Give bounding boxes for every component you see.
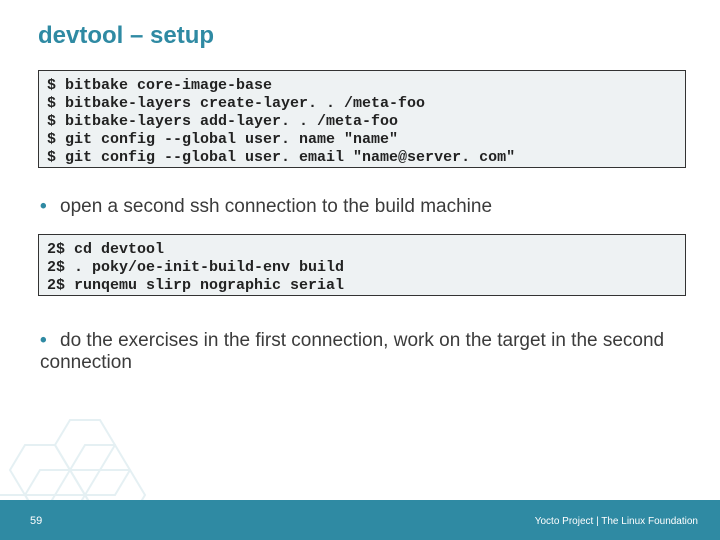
- code-line: $ git config --global user. name "name": [47, 131, 677, 149]
- slide: devtool – setup $ bitbake core-image-bas…: [0, 0, 720, 540]
- slide-title: devtool – setup: [38, 22, 214, 50]
- code-line: $ bitbake core-image-base: [47, 77, 677, 95]
- code-line: 2$ runqemu slirp nographic serial: [47, 277, 677, 295]
- code-line: $ bitbake-layers add-layer. . /meta-foo: [47, 113, 677, 131]
- bullet-1: •open a second ssh connection to the bui…: [40, 196, 680, 218]
- footer-text: Yocto Project | The Linux Foundation: [535, 516, 698, 527]
- bullet-marker-icon: •: [40, 330, 60, 352]
- code-block-1: $ bitbake core-image-base $ bitbake-laye…: [38, 70, 686, 168]
- code-line: 2$ . poky/oe-init-build-env build: [47, 259, 677, 277]
- bullet-text: do the exercises in the first connection…: [40, 330, 664, 373]
- bullet-2: •do the exercises in the first connectio…: [40, 330, 680, 374]
- code-block-2: 2$ cd devtool 2$ . poky/oe-init-build-en…: [38, 234, 686, 296]
- code-line: $ bitbake-layers create-layer. . /meta-f…: [47, 95, 677, 113]
- bullet-text: open a second ssh connection to the buil…: [60, 196, 492, 217]
- bullet-marker-icon: •: [40, 196, 60, 218]
- page-number: 59: [30, 515, 42, 527]
- code-line: $ git config --global user. email "name@…: [47, 149, 677, 167]
- code-line: 2$ cd devtool: [47, 241, 677, 259]
